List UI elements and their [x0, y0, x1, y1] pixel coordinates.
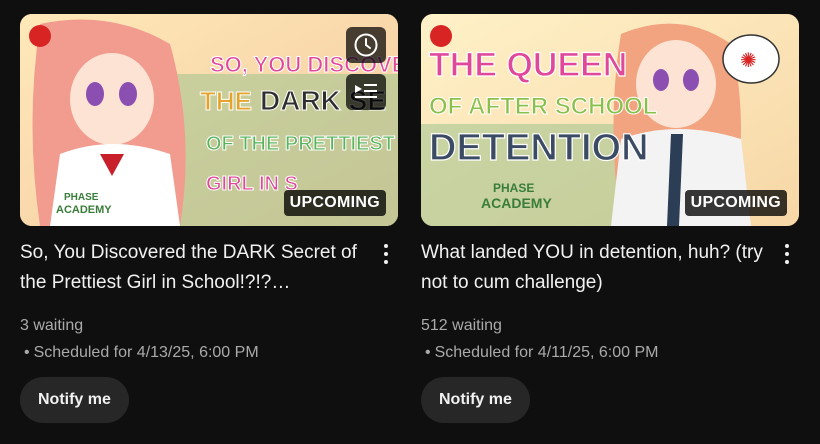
video-thumbnail[interactable]: ✺ THE QUEEN OF AFTER SCHOOL DETENTION PH…: [421, 14, 799, 226]
svg-text:✺: ✺: [740, 48, 757, 72]
scheduled-time: • Scheduled for 4/13/25, 6:00 PM: [20, 343, 398, 363]
clock-icon: [354, 33, 378, 57]
video-card[interactable]: SO, YOU DISCOVE THE DARK SE OF THE PRETT…: [20, 14, 398, 423]
svg-text:THE: THE: [200, 86, 252, 116]
add-to-queue-icon: [355, 84, 377, 98]
kebab-dot: [785, 252, 789, 256]
kebab-dot: [384, 252, 388, 256]
kebab-dot: [785, 244, 789, 248]
video-thumbnail[interactable]: SO, YOU DISCOVE THE DARK SE OF THE PRETT…: [20, 14, 398, 226]
svg-text:THE QUEEN: THE QUEEN: [429, 46, 627, 84]
bullet: •: [425, 344, 431, 361]
svg-text:OF AFTER SCHOOL: OF AFTER SCHOOL: [429, 93, 657, 120]
svg-text:PHASE: PHASE: [64, 192, 99, 203]
video-card[interactable]: ✺ THE QUEEN OF AFTER SCHOOL DETENTION PH…: [421, 14, 799, 423]
add-to-queue-button[interactable]: [346, 74, 386, 110]
svg-text:OF THE PRETTIEST: OF THE PRETTIEST: [206, 133, 395, 155]
bullet: •: [24, 344, 30, 361]
kebab-dot: [785, 260, 789, 264]
more-actions-button[interactable]: [374, 242, 398, 266]
svg-text:ACADEMY: ACADEMY: [481, 195, 552, 211]
more-actions-button[interactable]: [775, 242, 799, 266]
svg-text:DETENTION: DETENTION: [429, 127, 649, 169]
video-title[interactable]: What landed YOU in detention, huh? (try …: [421, 238, 766, 298]
svg-text:ACADEMY: ACADEMY: [56, 204, 112, 216]
upcoming-badge: UPCOMING: [283, 190, 386, 216]
upcoming-badge: UPCOMING: [684, 190, 787, 216]
scheduled-text: Scheduled for 4/13/25, 6:00 PM: [33, 344, 259, 361]
waiting-count: 512 waiting: [421, 317, 502, 334]
watch-later-button[interactable]: [346, 27, 386, 63]
waiting-count: 3 waiting: [20, 317, 84, 334]
svg-text:PHASE: PHASE: [493, 181, 534, 195]
scheduled-text: Scheduled for 4/11/25, 6:00 PM: [434, 344, 659, 361]
video-title[interactable]: So, You Discovered the DARK Secret of th…: [20, 238, 365, 298]
notify-me-button[interactable]: Notify me: [20, 377, 129, 423]
kebab-dot: [384, 260, 388, 264]
scheduled-time: • Scheduled for 4/11/25, 6:00 PM: [421, 343, 799, 363]
kebab-dot: [384, 244, 388, 248]
notify-me-button[interactable]: Notify me: [421, 377, 530, 423]
